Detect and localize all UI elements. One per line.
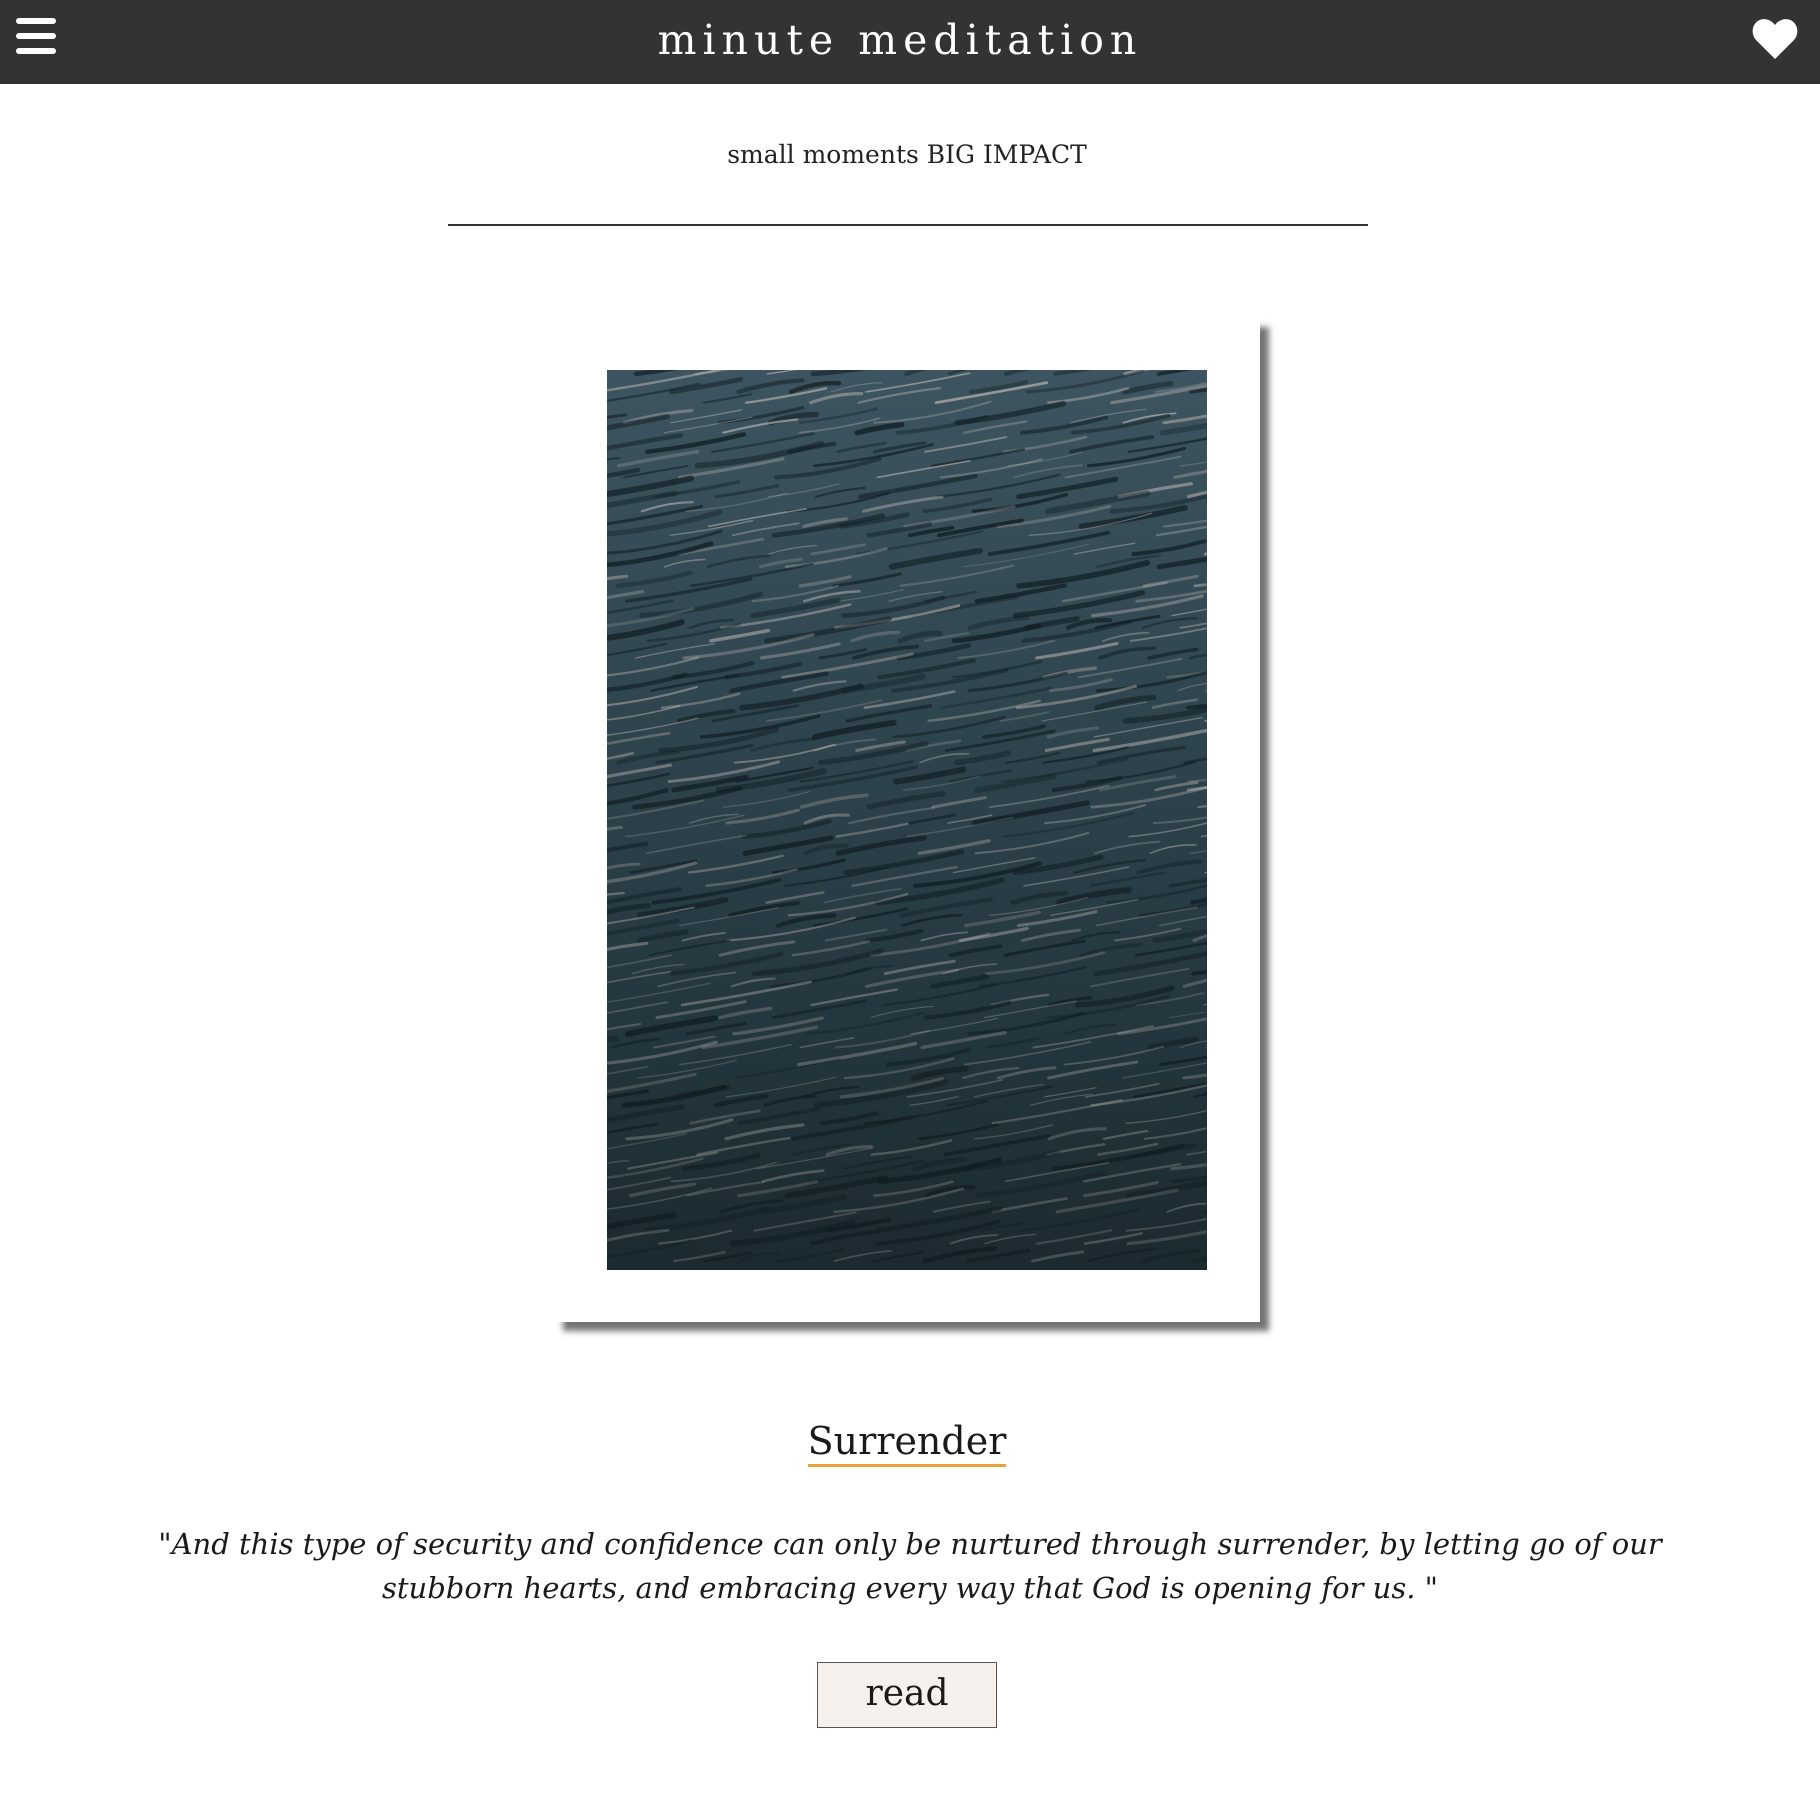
story-title: Surrender [0, 1418, 1814, 1467]
tagline: small moments BIG IMPACT [727, 140, 1087, 169]
heart-icon[interactable] [1752, 18, 1798, 60]
read-button[interactable]: read [817, 1662, 997, 1728]
top-navigation-bar: minute meditation [0, 0, 1820, 84]
ocean-water-image [607, 370, 1207, 1270]
featured-image-card[interactable] [554, 318, 1260, 1322]
ocean-water-photo[interactable] [607, 370, 1207, 1270]
divider [448, 224, 1368, 226]
story-quote: "And this type of security and confidenc… [158, 1527, 1662, 1605]
app-title: minute meditation [657, 16, 1143, 64]
story-title-link[interactable]: Surrender [807, 1418, 1007, 1467]
